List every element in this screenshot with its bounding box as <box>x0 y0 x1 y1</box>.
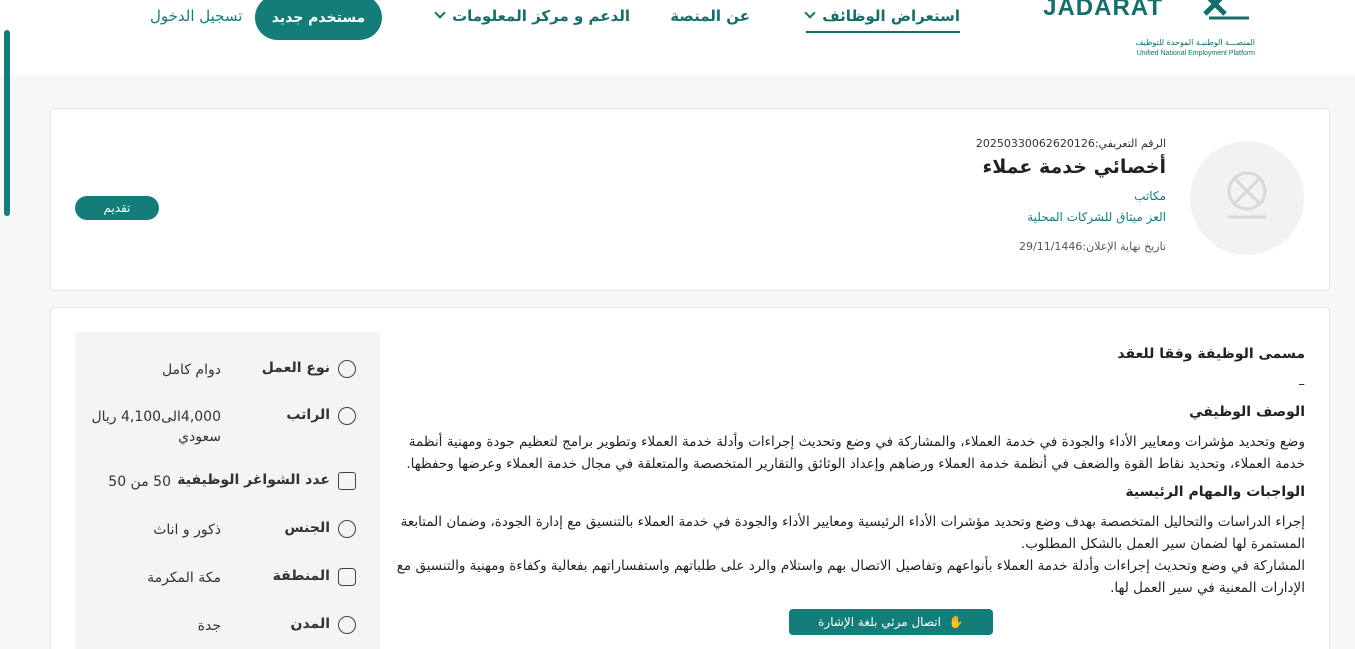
map-icon <box>338 568 356 586</box>
placeholder-emblem-icon <box>1227 171 1267 219</box>
description-heading: الوصف الوظيفي <box>1189 404 1305 420</box>
job-header-card: الرقم التعريفي:20250330062620126 أخصائي … <box>50 108 1330 291</box>
gender-label: الجنس <box>284 520 330 536</box>
nav-jobs[interactable]: استعراض الوظائف <box>804 7 960 33</box>
chevron-down-icon <box>804 7 816 19</box>
city-value: جدة <box>197 618 221 634</box>
duties-heading: الواجبات والمهام الرئيسية <box>1125 484 1305 500</box>
contract-title-heading: مسمى الوظيفة وفقا للعقد <box>1117 346 1305 362</box>
company-avatar <box>1190 141 1304 255</box>
job-title: أخصائي خدمة عملاء <box>982 156 1166 178</box>
jadarat-logo[interactable]: JADARAT المنصـــة الوطنيـة الموحدة للتوظ… <box>1043 0 1255 62</box>
nav-about[interactable]: عن المنصة <box>670 7 750 25</box>
money-icon <box>338 407 356 425</box>
gender-value: ذكور و اناث <box>153 522 221 538</box>
id-card-icon <box>338 472 356 490</box>
chevron-down-icon <box>434 7 446 19</box>
work-type-row: نوع العمل دوام كامل <box>91 360 356 400</box>
vacancies-row: عدد الشواغر الوظيفية 50 من 50 <box>91 472 356 502</box>
city-label: المدن <box>290 616 330 632</box>
login-link[interactable]: تسجيل الدخول <box>150 7 242 25</box>
contract-title-value: – <box>1298 376 1305 392</box>
region-label: المنطقة <box>272 568 330 584</box>
logo-subtitle-ar: المنصـــة الوطنيـة الموحدة للتوظيف <box>1135 38 1255 47</box>
job-info-panel: نوع العمل دوام كامل الراتب 4,000الى4,100… <box>75 332 380 649</box>
nav-support[interactable]: الدعم و مركز المعلومات <box>434 7 630 25</box>
description-text: وضع وتحديد مؤشرات ومعايير الأداء والجودة… <box>406 434 1305 472</box>
duty-item: المشاركة في وضع وتحديث إجراءات وأدلة خدم… <box>396 558 1305 596</box>
clock-icon <box>338 360 356 378</box>
work-type-value: دوام كامل <box>161 362 221 378</box>
vacancies-value: 50 من 50 <box>108 474 171 490</box>
duty-item: إجراء الدراسات والتحاليل المتخصصة بهدف و… <box>400 514 1305 552</box>
salary-row: الراتب 4,000الى4,100 ريال سعودي <box>91 407 356 457</box>
apply-button[interactable]: تقديم <box>75 196 159 220</box>
hand-icon: ✋ <box>948 615 964 629</box>
vacancies-label: عدد الشواغر الوظيفية <box>177 472 330 488</box>
city-row: المدن جدة <box>91 616 356 646</box>
emblem-icon <box>1203 0 1249 20</box>
user-icon <box>338 520 356 538</box>
logo-subtitle-en: Unified National Employment Platform <box>1136 50 1255 57</box>
job-details-card: مسمى الوظيفة وفقا للعقد – الوصف الوظيفي … <box>50 307 1330 649</box>
nav-jobs-label: استعراض الوظائف <box>822 7 960 25</box>
new-user-button[interactable]: مستخدم جديد <box>255 0 382 40</box>
gender-row: الجنس ذكور و اناث <box>91 520 356 550</box>
deadline: تاريخ نهاية الإعلان:29/11/1446 <box>1019 240 1166 253</box>
header: JADARAT المنصـــة الوطنيـة الموحدة للتوظ… <box>0 0 1355 75</box>
region-row: المنطقة مكة المكرمة <box>91 568 356 598</box>
nav-support-label: الدعم و مركز المعلومات <box>452 7 630 25</box>
salary-label: الراتب <box>286 407 330 423</box>
location-pin-icon <box>338 616 356 634</box>
scroll-indicator[interactable] <box>4 30 10 216</box>
region-value: مكة المكرمة <box>147 570 221 586</box>
work-type-label: نوع العمل <box>261 360 330 376</box>
sign-language-button[interactable]: ✋ اتصال مرئي بلغة الإشارة <box>789 609 993 635</box>
nav-about-label: عن المنصة <box>670 7 750 25</box>
job-id: الرقم التعريفي:20250330062620126 <box>975 137 1166 150</box>
job-description: مسمى الوظيفة وفقا للعقد – الوصف الوظيفي … <box>390 343 1305 605</box>
company-link[interactable]: العز ميثاق للشركات المحلية <box>1027 210 1166 224</box>
sign-language-label: اتصال مرئي بلغة الإشارة <box>818 615 941 629</box>
logo-text: JADARAT <box>1043 0 1163 21</box>
salary-value: 4,000الى4,100 ريال سعودي <box>91 409 221 445</box>
job-type: مكاتب <box>1134 189 1166 203</box>
